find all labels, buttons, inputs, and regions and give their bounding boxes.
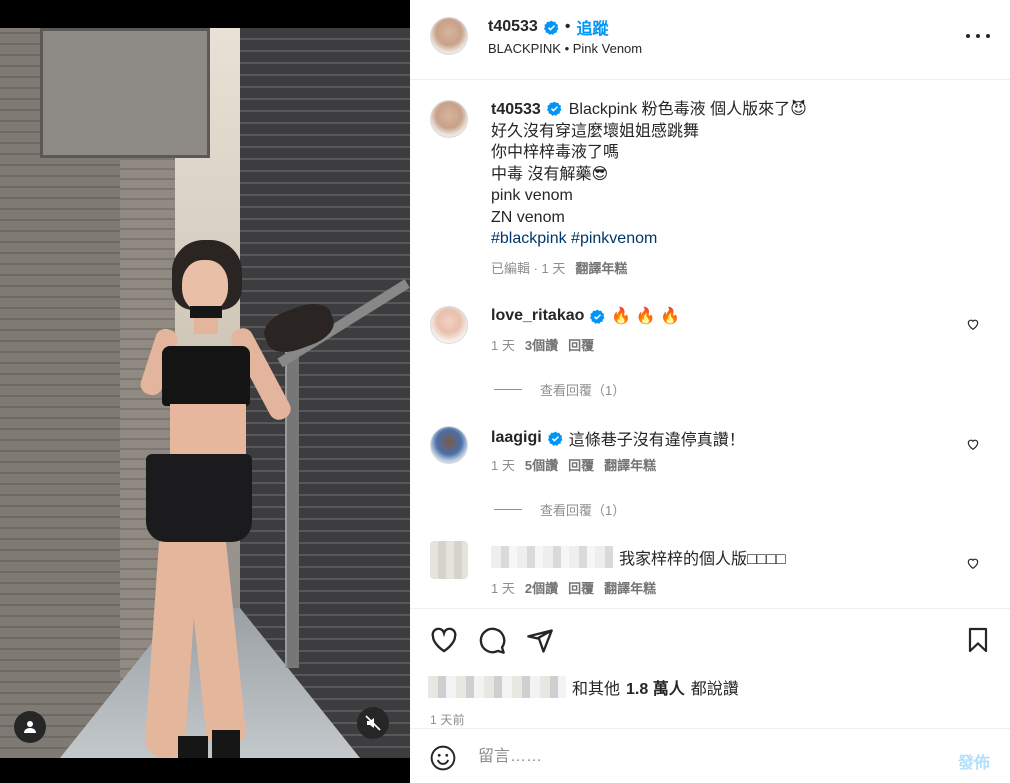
dancer-choker (190, 306, 222, 318)
post-media (0, 0, 410, 783)
caption-line-6: ZN venom (491, 208, 565, 226)
comment-line: laagigi 這條巷子沒有違停真讚！ (491, 426, 745, 450)
separator-dot: • (564, 18, 571, 35)
comments-section[interactable]: t40533 Blackpink 粉色毒液 個人版來了😈 好久沒有穿這麼壞姐姐感… (410, 81, 1010, 608)
comment-composer: 發佈 (410, 728, 1010, 783)
commenter-avatar[interactable] (430, 426, 468, 464)
dancer-waist (170, 404, 246, 456)
comment-reply-link[interactable]: 回覆 (568, 578, 594, 597)
caption-username[interactable]: t40533 (491, 101, 541, 118)
post-comment-button[interactable]: 發佈 (958, 749, 990, 773)
comment-likes-count[interactable]: 2個讚 (525, 578, 558, 597)
commenter-avatar[interactable] (430, 306, 468, 344)
dancer-face (182, 260, 228, 312)
post-details-panel: t40533 • 追蹤 BLACKPINK • Pink Venom t4053… (410, 0, 1010, 783)
emoji-picker-button[interactable] (430, 745, 456, 776)
post-header: t40533 • 追蹤 BLACKPINK • Pink Venom (410, 0, 1010, 80)
caption-line-3: 你中梓梓毒液了嗎 (491, 144, 620, 161)
comment-icon[interactable] (478, 627, 506, 655)
view-replies-line (494, 509, 522, 510)
view-replies-toggle[interactable]: 查看回覆（1） (494, 380, 625, 399)
likes-count[interactable]: 1.8 萬人 (626, 675, 685, 699)
comment-text: 我家梓梓的個人版□□□□ (619, 551, 786, 568)
likes-prefix: 和其他 (572, 681, 621, 698)
audio-attribution[interactable]: BLACKPINK • Pink Venom (488, 41, 642, 56)
caption-text: t40533 Blackpink 粉色毒液 個人版來了😈 好久沒有穿這麼壞姐姐感… (491, 99, 991, 279)
comment-like-heart-icon[interactable] (966, 437, 980, 451)
view-replies-label[interactable]: 查看回覆（1） (540, 380, 625, 399)
caption-line-2: 好久沒有穿這麼壞姐姐感跳舞 (491, 122, 700, 140)
dancer-boot-left (178, 736, 208, 758)
user-tag-button[interactable] (14, 711, 46, 743)
comment-text: 🔥 🔥 🔥 (611, 308, 681, 325)
view-replies-line (494, 389, 522, 390)
comment-translate-link[interactable]: 翻譯年糕 (604, 455, 656, 474)
comment-input[interactable] (478, 743, 918, 771)
view-replies-toggle[interactable]: 查看回覆（1） (494, 500, 625, 519)
dancer-boot-right (212, 730, 240, 758)
comment-time: 1 天 (491, 338, 515, 353)
bookmark-icon (968, 627, 988, 653)
dancer-shorts (146, 454, 252, 542)
comment-meta: 1 天 5個讚 回覆 翻譯年糕 (491, 455, 656, 474)
blurred-commenter-avatar[interactable] (430, 541, 468, 579)
drain-pipe (285, 328, 299, 668)
commenter-username[interactable]: laagigi (491, 429, 542, 447)
verified-badge-icon (547, 431, 563, 446)
blurred-liker-names (428, 676, 566, 698)
comment-reply-link[interactable]: 回覆 (568, 335, 594, 354)
comment-like-heart-icon[interactable] (966, 317, 980, 331)
caption-line-1: Blackpink 粉色毒液 個人版來了😈 (568, 101, 807, 118)
video-player[interactable] (0, 28, 410, 758)
air-conditioner-unit (40, 28, 210, 158)
caption-author-avatar[interactable] (430, 100, 468, 138)
comment-time: 1 天 (491, 581, 515, 596)
comment-likes-count[interactable]: 5個讚 (525, 455, 558, 474)
blurred-commenter-username[interactable] (491, 546, 613, 568)
caption-hashtags[interactable]: #blackpink #pinkvenom (491, 228, 991, 250)
likes-suffix: 都說讚 (690, 681, 739, 698)
muted-speaker-icon (365, 715, 381, 731)
caption-translate-link[interactable]: 翻譯年糕 (575, 258, 627, 280)
follow-button[interactable]: 追蹤 (576, 15, 608, 39)
author-line: t40533 • 追蹤 (488, 15, 608, 39)
comment-meta: 1 天 2個讚 回覆 翻譯年糕 (491, 578, 656, 597)
mute-toggle-button[interactable] (357, 707, 389, 739)
author-avatar[interactable] (430, 17, 468, 55)
caption-meta: 已編輯 · 1 天 翻譯年糕 (491, 258, 991, 280)
view-replies-label[interactable]: 查看回覆（1） (540, 500, 625, 519)
share-icon[interactable] (526, 627, 554, 655)
caption-edited-time: 已編輯 · 1 天 (491, 260, 566, 276)
post-timestamp[interactable]: 1 天前 (430, 711, 465, 728)
author-username[interactable]: t40533 (488, 18, 538, 36)
comment-time: 1 天 (491, 458, 515, 473)
commenter-username[interactable]: love_ritakao (491, 307, 584, 325)
comment-likes-count[interactable]: 3個讚 (525, 335, 558, 354)
likes-summary[interactable]: 和其他 1.8 萬人 都說讚 (428, 675, 739, 699)
save-post-button[interactable] (966, 627, 990, 653)
comment-line: 我家梓梓的個人版□□□□ (491, 545, 786, 569)
post-actions: 和其他 1.8 萬人 都說讚 1 天前 (410, 608, 1010, 727)
more-options-icon[interactable] (966, 26, 990, 46)
dancer-top (162, 346, 250, 406)
caption-line-5: pink venom (491, 187, 573, 204)
verified-badge-icon (543, 20, 559, 35)
caption-line-4: 中毒 沒有解藥😎 (491, 165, 609, 183)
verified-badge-icon (547, 101, 562, 116)
user-tag-icon (24, 721, 36, 733)
comment-reply-link[interactable]: 回覆 (568, 455, 594, 474)
verified-badge-icon (590, 309, 605, 324)
comment-line: love_ritakao 🔥 🔥 🔥 (491, 306, 680, 326)
heart-icon[interactable] (430, 627, 458, 653)
emoji-icon (430, 745, 456, 771)
instagram-post-modal: t40533 • 追蹤 BLACKPINK • Pink Venom t4053… (0, 0, 1010, 783)
comment-meta: 1 天 3個讚 回覆 (491, 335, 594, 354)
action-icons-row (430, 627, 554, 655)
comment-translate-link[interactable]: 翻譯年糕 (604, 578, 656, 597)
comment-like-heart-icon[interactable] (966, 556, 980, 570)
comment-text: 這條巷子沒有違停真讚！ (568, 432, 745, 449)
